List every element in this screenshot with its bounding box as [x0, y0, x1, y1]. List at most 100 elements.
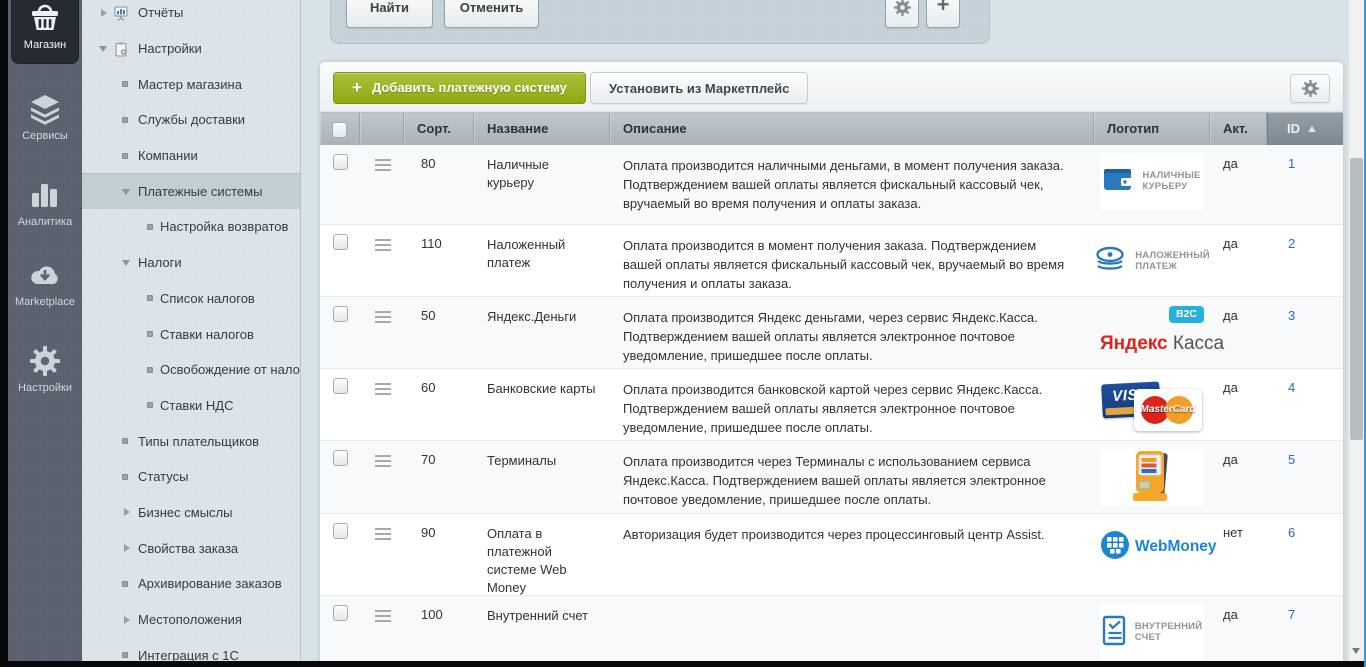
menu-item[interactable]: Платежные системы: [82, 173, 300, 209]
id-link[interactable]: 1: [1288, 156, 1295, 171]
filter-settings-button[interactable]: [885, 0, 919, 28]
payment-system-row: 70ТерминалыОплата производится через Тер…: [320, 441, 1343, 514]
bullet-icon: [147, 402, 153, 408]
find-button[interactable]: Найти: [346, 0, 433, 28]
rail-item-analytics[interactable]: Аналитика: [8, 172, 82, 228]
menu-item[interactable]: Бизнес смыслы: [82, 495, 300, 531]
row-checkbox[interactable]: [333, 605, 348, 621]
menu-item[interactable]: Список налогов: [82, 281, 300, 317]
row-handle-cell: [360, 441, 404, 513]
internal-account-logo: ВНУТРЕННИЙСЧЕТ: [1100, 604, 1204, 660]
menu-item[interactable]: Мастер магазина: [82, 66, 300, 102]
chevron-right-icon: [101, 9, 111, 17]
wallet-icon: [1103, 166, 1135, 196]
menu-item[interactable]: Настройки: [82, 31, 300, 67]
filter-add-button[interactable]: [926, 0, 960, 28]
menu-item[interactable]: Службы доставки: [82, 102, 300, 138]
menu-item[interactable]: Отчёты: [82, 0, 300, 31]
menu-item[interactable]: Настройка возвратов: [82, 209, 300, 245]
payment-system-description: Оплата производится Яндекс деньгами, чер…: [610, 297, 1094, 368]
rail-item-settings[interactable]: Настройки: [8, 338, 82, 394]
list-settings-button[interactable]: [1290, 74, 1330, 103]
drag-handle-icon[interactable]: [375, 239, 391, 251]
drag-handle-icon[interactable]: [375, 528, 391, 540]
id-link[interactable]: 4: [1288, 380, 1295, 395]
payment-systems-panel: Добавить платежную систему Установить из…: [320, 62, 1343, 667]
drag-handle-icon[interactable]: [375, 610, 391, 622]
payment-system-row: 80Наличные курьеруОплата производится на…: [320, 145, 1343, 225]
menu-item[interactable]: Статусы: [82, 459, 300, 495]
menu-item-label: Настройка возвратов: [160, 219, 288, 234]
logo-text: СЧЕТ: [1135, 632, 1202, 643]
menu-item[interactable]: Ставки НДС: [82, 388, 300, 424]
chevron-right-icon: [124, 616, 134, 624]
menu-item[interactable]: Местоположения: [82, 602, 300, 638]
cancel-button[interactable]: Отменить: [444, 0, 539, 28]
row-checkbox[interactable]: [333, 234, 348, 250]
id-link[interactable]: 3: [1288, 308, 1295, 323]
payment-system-logo-cell: ВНУТРЕННИЙСЧЕТ: [1094, 596, 1210, 667]
filter-panel: Найти Отменить: [330, 0, 990, 44]
id-cell: 4: [1267, 369, 1343, 440]
menu-item-label: Список налогов: [160, 291, 255, 306]
scrollbar-thumb[interactable]: [1350, 158, 1363, 440]
row-checkbox[interactable]: [333, 378, 348, 394]
payment-system-name: Терминалы: [474, 441, 610, 513]
row-checkbox[interactable]: [333, 450, 348, 466]
menu-item-label: Налоги: [138, 255, 182, 270]
row-checkbox[interactable]: [333, 523, 348, 539]
id-link[interactable]: 2: [1288, 236, 1295, 251]
rail-item-services[interactable]: Сервисы: [8, 86, 82, 142]
column-header-active[interactable]: Акт.: [1210, 113, 1267, 145]
select-all-checkbox[interactable]: [332, 122, 347, 138]
id-cell: 2: [1267, 225, 1343, 296]
add-payment-system-button[interactable]: Добавить платежную систему: [333, 72, 586, 104]
drag-handle-icon[interactable]: [375, 311, 391, 323]
bullet-icon: [122, 81, 128, 87]
menu-item[interactable]: Налоги: [82, 245, 300, 281]
id-link[interactable]: 7: [1288, 607, 1295, 622]
menu-item[interactable]: Ставки налогов: [82, 316, 300, 352]
rail-item-marketplace[interactable]: Marketplace: [8, 252, 82, 308]
column-header-name[interactable]: Название: [474, 113, 610, 145]
id-header-label: ID: [1287, 121, 1300, 136]
drag-handle-icon[interactable]: [375, 455, 391, 467]
rail-item-shop[interactable]: Магазин: [11, 0, 79, 64]
drag-handle-icon[interactable]: [375, 383, 391, 395]
scrollbar-down-button[interactable]: [1349, 643, 1364, 659]
id-link[interactable]: 6: [1288, 525, 1295, 540]
id-link[interactable]: 5: [1288, 452, 1295, 467]
sort-value: 100: [404, 596, 474, 667]
rail-item-label: Магазин: [12, 39, 78, 51]
layers-icon: [8, 94, 82, 126]
payment-system-logo-cell: VISAMasterCard: [1094, 369, 1210, 440]
logo-text: ПЛАТЕЖ: [1135, 261, 1210, 272]
sort-value: 60: [404, 369, 474, 440]
install-marketplace-button[interactable]: Установить из Маркетплейс: [590, 72, 808, 104]
drag-handle-icon[interactable]: [375, 159, 391, 171]
menu-item-label: Службы доставки: [138, 112, 245, 127]
row-checkbox-cell: [320, 441, 360, 513]
menu-item[interactable]: Архивирование заказов: [82, 566, 300, 602]
payment-system-row: 50Яндекс.ДеньгиОплата производится Яндек…: [320, 297, 1343, 369]
menu-item[interactable]: Типы плательщиков: [82, 423, 300, 459]
document-icon: [1102, 615, 1128, 649]
payment-system-name: Банковские карты: [474, 369, 610, 440]
row-checkbox[interactable]: [333, 306, 348, 322]
chevron-right-icon: [124, 544, 134, 552]
menu-item[interactable]: Освобождение от нало: [82, 352, 300, 388]
column-header-sort[interactable]: Сорт.: [404, 113, 474, 145]
kassa-brand: Касса: [1173, 333, 1224, 354]
column-header-logo[interactable]: Логотип: [1094, 113, 1210, 145]
yandex-brand: Яндекс: [1100, 333, 1168, 354]
chevron-right-icon: [124, 508, 134, 516]
menu-item[interactable]: Свойства заказа: [82, 530, 300, 566]
column-header-id[interactable]: ID: [1267, 113, 1343, 145]
sort-value: 50: [404, 297, 474, 368]
row-checkbox[interactable]: [333, 154, 348, 170]
menu-item[interactable]: Компании: [82, 138, 300, 174]
column-header-description[interactable]: Описание: [610, 113, 1094, 145]
reports-icon: [113, 5, 129, 24]
active-value: да: [1210, 145, 1267, 224]
row-checkbox-cell: [320, 369, 360, 440]
